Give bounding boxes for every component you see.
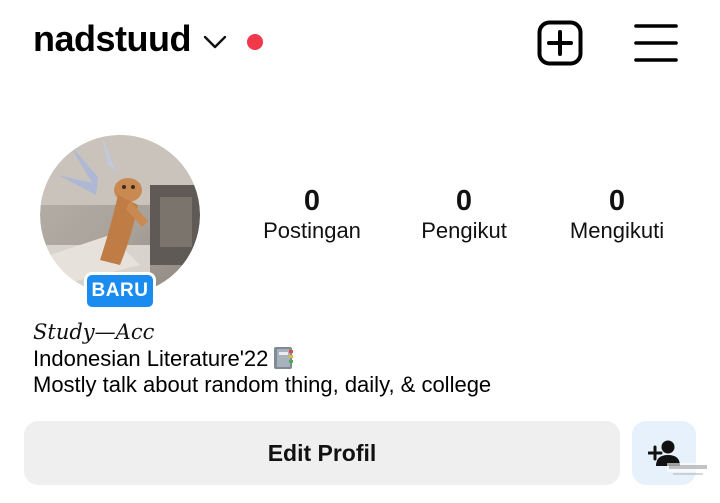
username: nadstuud: [33, 18, 191, 59]
bio: Study—Acc Indonesian Literature'22 Mostl…: [33, 318, 491, 398]
watermark-logo: [667, 463, 709, 475]
bio-text: Indonesian Literature'22: [33, 346, 269, 371]
bio-line-1: Indonesian Literature'22: [33, 346, 491, 372]
profile-header: nadstuud: [0, 0, 720, 90]
avatar[interactable]: [40, 135, 200, 295]
display-name: Study—Acc: [33, 320, 155, 344]
account-switcher[interactable]: nadstuud: [33, 18, 227, 60]
notebook-emoji-icon: [274, 347, 294, 369]
stat-followers[interactable]: 0 Pengikut: [408, 183, 520, 245]
stat-posts[interactable]: 0 Postingan: [250, 183, 374, 245]
new-post-button[interactable]: [537, 20, 583, 66]
profile-picture: [40, 135, 200, 295]
bio-line-2: Mostly talk about random thing, daily, &…: [33, 372, 492, 397]
stat-label: Postingan: [263, 218, 361, 243]
stat-value: 0: [608, 185, 626, 217]
stat-value: 0: [455, 185, 473, 217]
edit-profile-button[interactable]: Edit Profil: [24, 421, 620, 485]
stat-label: Pengikut: [421, 218, 507, 243]
stat-value: 0: [303, 185, 321, 217]
menu-icon[interactable]: [634, 22, 678, 64]
chevron-down-icon: [203, 35, 227, 49]
notification-dot: [247, 34, 263, 50]
stat-following[interactable]: 0 Mengikuti: [556, 183, 678, 245]
stat-label: Mengikuti: [569, 218, 665, 243]
new-badge: BARU: [84, 272, 156, 310]
